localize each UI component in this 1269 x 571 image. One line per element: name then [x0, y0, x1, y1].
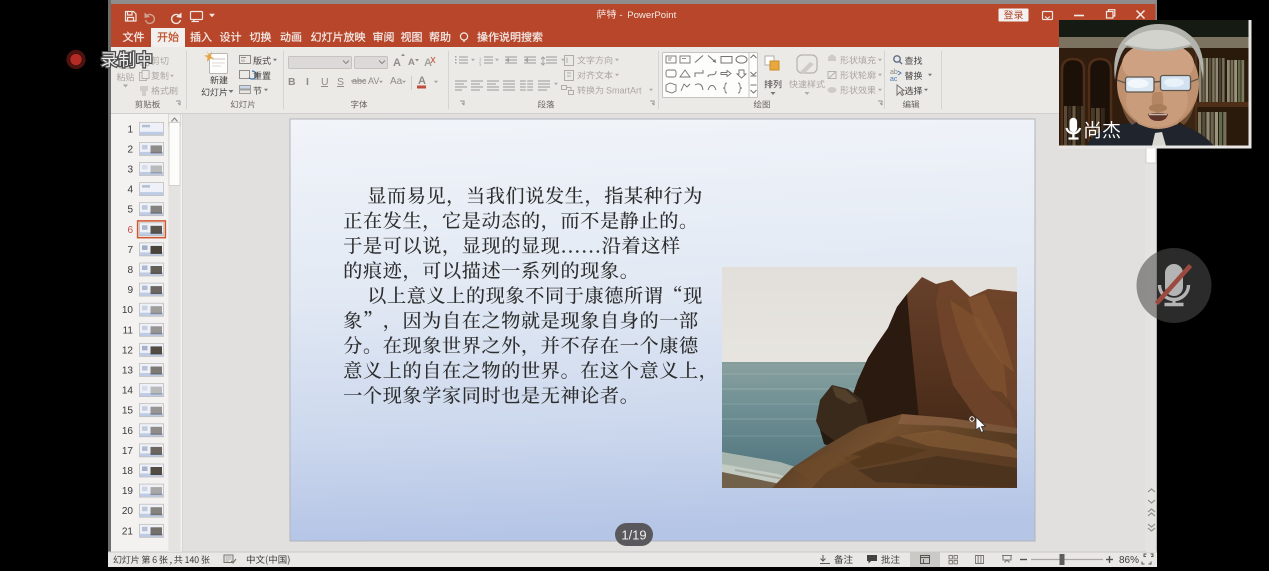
- svg-text:B: B: [288, 76, 296, 88]
- svg-text:19: 19: [122, 486, 134, 497]
- svg-text:4: 4: [127, 185, 133, 196]
- svg-text:SmartArt: SmartArt: [606, 86, 642, 96]
- svg-text:86%: 86%: [1119, 555, 1139, 566]
- svg-text:3: 3: [127, 165, 133, 176]
- svg-text:ac: ac: [890, 76, 898, 83]
- svg-text:2: 2: [127, 144, 133, 155]
- svg-text:6: 6: [127, 225, 133, 236]
- svg-text:5: 5: [127, 205, 133, 216]
- svg-text:13: 13: [122, 366, 134, 377]
- svg-text:A: A: [418, 75, 426, 87]
- svg-text:ab: ab: [890, 69, 898, 76]
- svg-text:7: 7: [127, 245, 133, 256]
- svg-text:15: 15: [122, 406, 134, 417]
- svg-text:Aa: Aa: [390, 76, 403, 87]
- svg-text:12: 12: [122, 345, 134, 356]
- svg-text:18: 18: [122, 466, 134, 477]
- svg-text:11: 11: [123, 325, 134, 336]
- svg-text:I: I: [306, 76, 309, 88]
- svg-text:1: 1: [127, 124, 133, 135]
- svg-text:10: 10: [122, 305, 134, 316]
- svg-text:14: 14: [122, 386, 134, 397]
- svg-text:- PowerPoint: - PowerPoint: [618, 10, 677, 21]
- svg-text:8: 8: [127, 265, 133, 276]
- svg-text:A: A: [408, 57, 415, 68]
- svg-text:17: 17: [122, 446, 134, 457]
- svg-text:21: 21: [122, 526, 134, 537]
- svg-text:20: 20: [122, 506, 134, 517]
- svg-text:1/19: 1/19: [621, 528, 646, 543]
- svg-text:16: 16: [122, 426, 134, 437]
- svg-text:AV: AV: [368, 76, 379, 86]
- svg-text:A: A: [393, 57, 401, 69]
- svg-text:9: 9: [127, 285, 133, 296]
- svg-text:A: A: [424, 57, 432, 69]
